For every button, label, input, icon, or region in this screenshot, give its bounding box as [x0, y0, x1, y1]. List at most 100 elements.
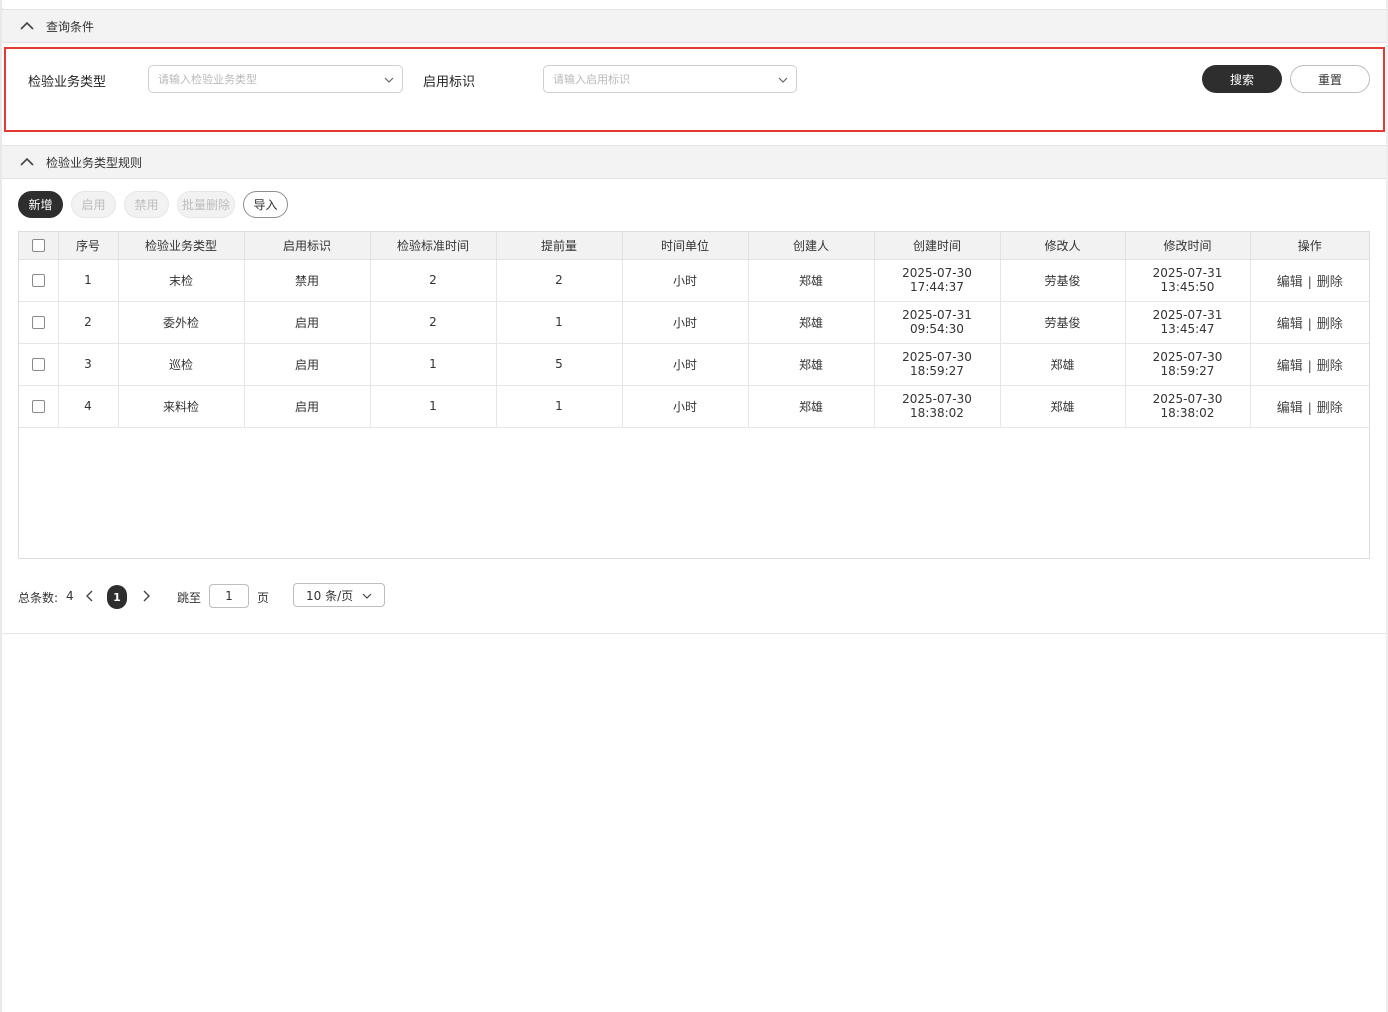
cell-no: 3 — [58, 343, 119, 386]
query-panel-header[interactable]: 查询条件 — [2, 9, 1386, 43]
cell-modifier: 劳基俊 — [1000, 259, 1126, 302]
header-time-unit: 时间单位 — [622, 232, 749, 260]
cell-actions: 编辑 | 删除 — [1250, 343, 1369, 386]
enable-flag-placeholder: 请输入启用标识 — [553, 73, 630, 86]
header-creator: 创建人 — [748, 232, 875, 260]
cell-actions: 编辑 | 删除 — [1250, 259, 1369, 302]
cell-created-time: 2025-07-30 18:59:27 — [874, 343, 1001, 386]
reset-button[interactable]: 重置 — [1290, 65, 1370, 93]
cell-time-unit: 小时 — [622, 385, 749, 428]
cell-standard-time: 2 — [370, 301, 497, 344]
business-type-select[interactable]: 请输入检验业务类型 — [148, 65, 403, 93]
import-button[interactable]: 导入 — [243, 191, 288, 218]
rules-panel-header[interactable]: 检验业务类型规则 — [2, 145, 1386, 179]
cell-no: 1 — [58, 259, 119, 302]
add-button[interactable]: 新增 — [18, 191, 63, 218]
cell-no: 4 — [58, 385, 119, 428]
cell-creator: 郑雄 — [748, 385, 875, 428]
select-all-checkbox[interactable] — [31, 239, 45, 253]
edit-link[interactable]: 编辑 — [1277, 401, 1303, 416]
cell-enable-flag: 启用 — [244, 385, 371, 428]
cell-enable-flag: 启用 — [244, 301, 371, 344]
cell-enable-flag: 禁用 — [244, 259, 371, 302]
business-type-label: 检验业务类型 — [28, 75, 107, 90]
business-type-placeholder: 请输入检验业务类型 — [158, 73, 257, 86]
batch-delete-button[interactable]: 批量删除 — [177, 191, 235, 218]
page-size-select[interactable]: 10 条/页 — [293, 583, 385, 607]
table-row: 2 委外检 启用 2 1 小时 郑雄 2025-07-31 09:54:30 劳… — [19, 301, 1369, 344]
header-standard-time: 检验标准时间 — [370, 232, 497, 260]
edit-link[interactable]: 编辑 — [1277, 275, 1303, 290]
row-checkbox[interactable] — [31, 400, 45, 413]
row-checkbox[interactable] — [31, 274, 45, 287]
cell-creator: 郑雄 — [748, 259, 875, 302]
cell-advance: 1 — [496, 301, 623, 344]
cell-creator: 郑雄 — [748, 301, 875, 344]
delete-link[interactable]: 删除 — [1317, 359, 1343, 374]
cell-modified-time: 2025-07-30 18:59:27 — [1125, 343, 1251, 386]
cell-modifier: 郑雄 — [1000, 385, 1126, 428]
table-row: 4 来料检 启用 1 1 小时 郑雄 2025-07-30 18:38:02 郑… — [19, 385, 1369, 428]
cell-time-unit: 小时 — [622, 301, 749, 344]
jump-to-input[interactable] — [209, 584, 249, 608]
cell-enable-flag: 启用 — [244, 343, 371, 386]
search-button[interactable]: 搜索 — [1202, 65, 1282, 93]
delete-link[interactable]: 删除 — [1317, 401, 1343, 416]
enable-flag-label: 启用标识 — [423, 75, 476, 90]
query-form: 检验业务类型 请输入检验业务类型 启用标识 请输入启用标识 搜索 重置 — [4, 47, 1385, 132]
chevron-left-icon[interactable] — [83, 589, 97, 603]
header-modified-time: 修改时间 — [1125, 232, 1251, 260]
enable-flag-select[interactable]: 请输入启用标识 — [543, 65, 797, 93]
row-checkbox[interactable] — [31, 358, 45, 371]
cell-business-type: 委外检 — [118, 301, 245, 344]
cell-created-time: 2025-07-31 09:54:30 — [874, 301, 1001, 344]
cell-advance: 2 — [496, 259, 623, 302]
header-actions: 操作 — [1250, 232, 1369, 260]
chevron-up-icon[interactable] — [20, 19, 34, 33]
cell-modifier: 郑雄 — [1000, 343, 1126, 386]
query-panel-title: 查询条件 — [46, 19, 95, 34]
page-unit-label: 页 — [257, 591, 270, 605]
cell-time-unit: 小时 — [622, 343, 749, 386]
cell-modifier: 劳基俊 — [1000, 301, 1126, 344]
cell-advance: 5 — [496, 343, 623, 386]
action-separator: | — [1307, 274, 1312, 289]
cell-actions: 编辑 | 删除 — [1250, 385, 1369, 428]
cell-modified-time: 2025-07-31 13:45:50 — [1125, 259, 1251, 302]
rules-table: 序号 检验业务类型 启用标识 检验标准时间 提前量 时间单位 创建人 创建时间 … — [18, 231, 1370, 559]
page-size-value: 10 条/页 — [306, 588, 354, 603]
edit-link[interactable]: 编辑 — [1277, 359, 1303, 374]
delete-link[interactable]: 删除 — [1317, 275, 1343, 290]
jump-to-label: 跳至 — [177, 591, 202, 605]
page-1-button[interactable]: 1 — [107, 585, 127, 609]
action-separator: | — [1307, 316, 1312, 331]
section-divider — [2, 633, 1386, 634]
total-count-label: 总条数: — [18, 591, 59, 605]
header-modifier: 修改人 — [1000, 232, 1126, 260]
table-row: 1 末检 禁用 2 2 小时 郑雄 2025-07-30 17:44:37 劳基… — [19, 259, 1369, 302]
row-checkbox[interactable] — [31, 316, 45, 329]
header-enable-flag: 启用标识 — [244, 232, 371, 260]
header-created-time: 创建时间 — [874, 232, 1001, 260]
select-all-cell — [19, 232, 59, 260]
cell-standard-time: 2 — [370, 259, 497, 302]
cell-actions: 编辑 | 删除 — [1250, 301, 1369, 344]
chevron-down-icon — [778, 75, 788, 85]
table-header-row: 序号 检验业务类型 启用标识 检验标准时间 提前量 时间单位 创建人 创建时间 … — [19, 232, 1369, 260]
header-business-type: 检验业务类型 — [118, 232, 245, 260]
delete-link[interactable]: 删除 — [1317, 317, 1343, 332]
cell-creator: 郑雄 — [748, 343, 875, 386]
disable-button[interactable]: 禁用 — [124, 191, 169, 218]
header-advance: 提前量 — [496, 232, 623, 260]
cell-business-type: 末检 — [118, 259, 245, 302]
enable-button[interactable]: 启用 — [71, 191, 116, 218]
rules-panel-title: 检验业务类型规则 — [46, 155, 143, 170]
app-window: 查询条件 检验业务类型 请输入检验业务类型 启用标识 请输入启用标识 搜索 重置… — [0, 0, 1388, 1012]
cell-no: 2 — [58, 301, 119, 344]
cell-standard-time: 1 — [370, 343, 497, 386]
edit-link[interactable]: 编辑 — [1277, 317, 1303, 332]
chevron-right-icon[interactable] — [139, 589, 153, 603]
total-count-value: 4 — [66, 589, 74, 603]
chevron-up-icon[interactable] — [20, 155, 34, 169]
table-row: 3 巡检 启用 1 5 小时 郑雄 2025-07-30 18:59:27 郑雄… — [19, 343, 1369, 386]
